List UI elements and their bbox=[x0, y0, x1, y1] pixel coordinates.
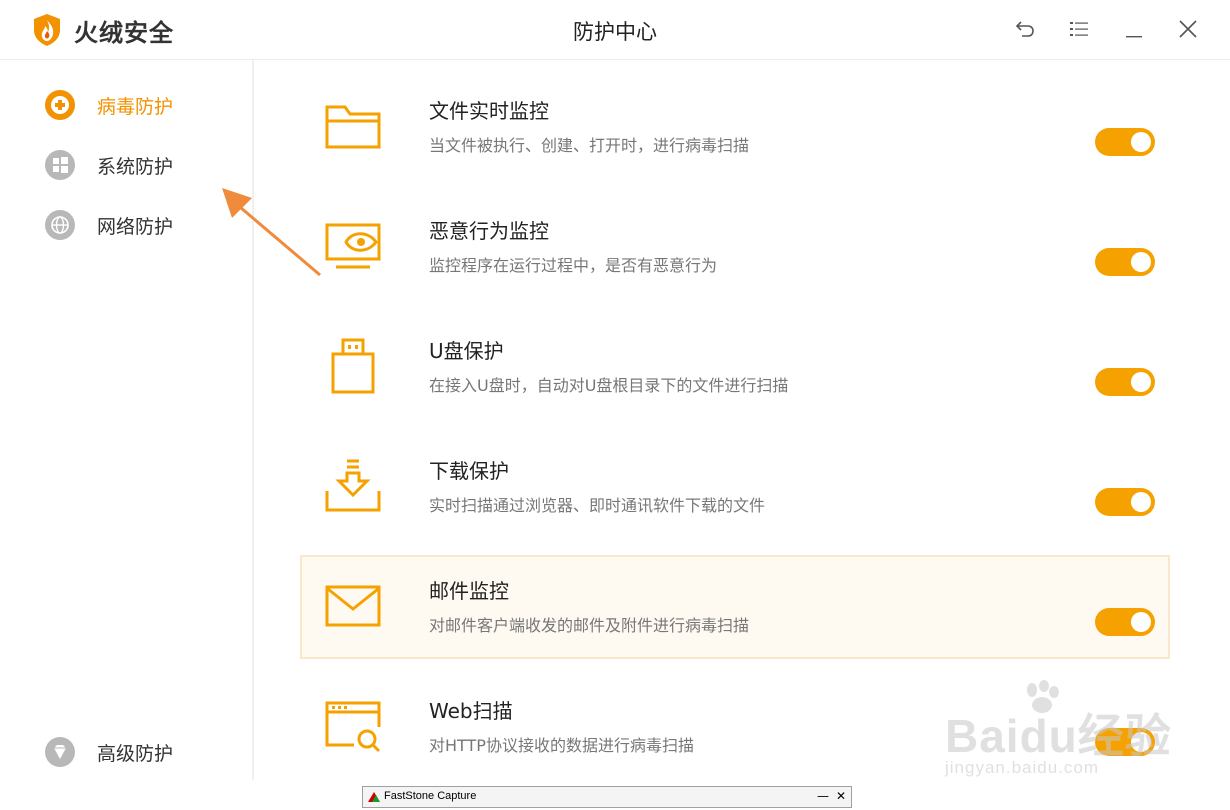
sidebar-item-label: 高级防护 bbox=[97, 742, 174, 765]
toggle-knob bbox=[1131, 612, 1151, 632]
feature-title: 邮件监控 bbox=[429, 579, 509, 603]
usb-drive-icon bbox=[331, 338, 375, 394]
feature-file-monitor: 文件实时监控 当文件被执行、创建、打开时，进行病毒扫描 bbox=[300, 75, 1170, 179]
watermark-url: jingyan.baidu.com bbox=[945, 758, 1100, 777]
diamond-icon bbox=[45, 737, 75, 767]
mail-monitor-toggle[interactable] bbox=[1095, 608, 1155, 636]
baidu-watermark: Baidu经验 jingyan.baidu.com bbox=[940, 680, 1210, 790]
windows-icon bbox=[45, 150, 75, 180]
menu-button[interactable] bbox=[1066, 16, 1092, 42]
watermark-text: Baidu经验 bbox=[945, 710, 1172, 762]
usb-protection-toggle[interactable] bbox=[1095, 368, 1155, 396]
mail-icon bbox=[325, 585, 381, 627]
monitor-eye-icon bbox=[325, 223, 381, 269]
back-button[interactable] bbox=[1012, 16, 1038, 42]
feature-title: U盘保护 bbox=[429, 339, 504, 363]
globe-icon bbox=[45, 210, 75, 240]
browser-search-icon bbox=[325, 701, 381, 753]
sidebar-item-label: 系统防护 bbox=[97, 155, 174, 178]
sidebar-item-label: 病毒防护 bbox=[97, 95, 174, 118]
folder-icon bbox=[325, 105, 381, 149]
behavior-monitor-toggle[interactable] bbox=[1095, 248, 1155, 276]
sidebar-item-virus-protection[interactable]: 病毒防护 bbox=[45, 89, 173, 121]
close-icon bbox=[1179, 20, 1197, 38]
feature-behavior-monitor: 恶意行为监控 监控程序在运行过程中，是否有恶意行为 bbox=[300, 195, 1170, 299]
feature-description: 实时扫描通过浏览器、即时通讯软件下载的文件 bbox=[429, 496, 766, 515]
list-menu-icon bbox=[1070, 22, 1088, 36]
feature-description: 对邮件客户端收发的邮件及附件进行病毒扫描 bbox=[429, 616, 750, 635]
feature-description: 对HTTP协议接收的数据进行病毒扫描 bbox=[429, 736, 694, 755]
toggle-knob bbox=[1131, 132, 1151, 152]
feature-title: 下载保护 bbox=[429, 459, 509, 483]
feature-description: 监控程序在运行过程中，是否有恶意行为 bbox=[429, 256, 718, 275]
feature-title: Web扫描 bbox=[429, 699, 513, 723]
close-button[interactable] bbox=[1175, 16, 1201, 42]
faststone-capture-window[interactable]: FastStone Capture — ✕ bbox=[362, 786, 852, 808]
toggle-knob bbox=[1131, 372, 1151, 392]
sidebar-item-network-protection[interactable]: 网络防护 bbox=[45, 209, 173, 241]
faststone-title: FastStone Capture bbox=[384, 790, 477, 802]
undo-icon bbox=[1015, 21, 1034, 37]
sidebar-item-system-protection[interactable]: 系统防护 bbox=[45, 149, 173, 181]
toggle-knob bbox=[1131, 252, 1151, 272]
toggle-knob bbox=[1131, 492, 1151, 512]
window-title: 防护中心 bbox=[573, 20, 657, 44]
faststone-minimize-button[interactable]: — bbox=[817, 789, 829, 803]
download-icon bbox=[325, 459, 381, 512]
sidebar: 病毒防护 系统防护 网络防护 高级防护 bbox=[0, 60, 254, 780]
minimize-button[interactable] bbox=[1121, 16, 1147, 42]
file-monitor-toggle[interactable] bbox=[1095, 128, 1155, 156]
feature-download-protection: 下载保护 实时扫描通过浏览器、即时通讯软件下载的文件 bbox=[300, 435, 1170, 539]
download-protection-toggle[interactable] bbox=[1095, 488, 1155, 516]
faststone-close-button[interactable]: ✕ bbox=[836, 789, 846, 803]
plus-circle-icon bbox=[45, 90, 75, 120]
feature-mail-monitor: 邮件监控 对邮件客户端收发的邮件及附件进行病毒扫描 bbox=[300, 555, 1170, 659]
feature-description: 在接入U盘时，自动对U盘根目录下的文件进行扫描 bbox=[429, 376, 789, 395]
sidebar-item-advanced-protection[interactable]: 高级防护 bbox=[45, 736, 173, 768]
sidebar-item-label: 网络防护 bbox=[97, 215, 174, 238]
feature-title: 恶意行为监控 bbox=[429, 219, 549, 243]
minimize-icon bbox=[1126, 36, 1142, 38]
title-bar: 火绒安全 防护中心 bbox=[0, 0, 1230, 60]
feature-description: 当文件被执行、创建、打开时，进行病毒扫描 bbox=[429, 136, 750, 155]
feature-title: 文件实时监控 bbox=[429, 99, 549, 123]
feature-usb-protection: U盘保护 在接入U盘时，自动对U盘根目录下的文件进行扫描 bbox=[300, 315, 1170, 419]
faststone-logo-icon bbox=[368, 792, 380, 802]
